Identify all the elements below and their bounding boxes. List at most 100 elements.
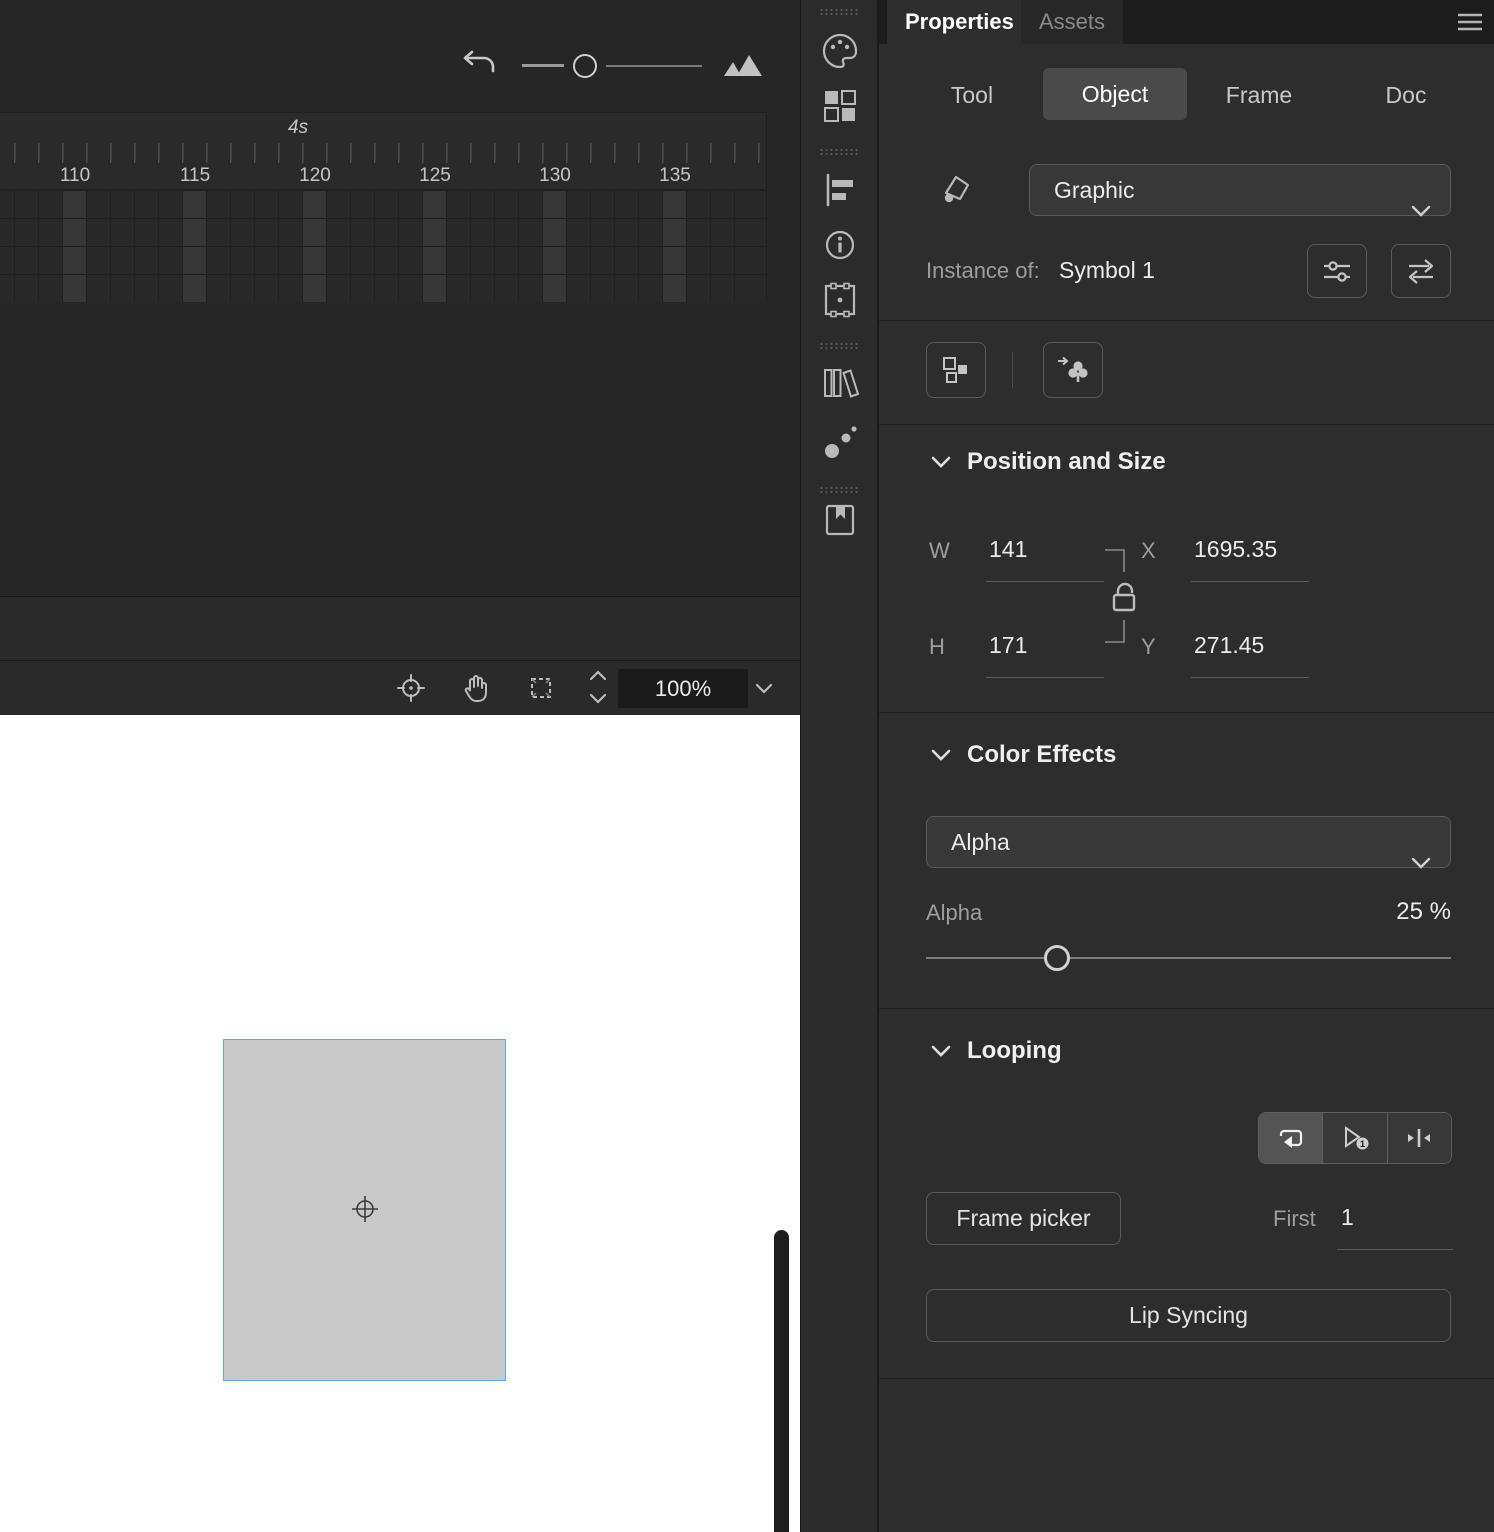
timeline-ruler[interactable]: 4s 110 115 120 125 130 135: [0, 112, 766, 190]
zoom-stepper-up[interactable]: [588, 669, 608, 683]
tab-properties[interactable]: Properties: [887, 0, 1032, 44]
looping-collapse-chevron[interactable]: [929, 1043, 953, 1059]
alpha-value[interactable]: 25 %: [1319, 898, 1451, 926]
frame-number: 115: [171, 165, 219, 187]
chevron-down-icon: [1410, 185, 1432, 199]
color-style-dropdown[interactable]: Alpha: [926, 816, 1451, 868]
color-style-value: Alpha: [951, 829, 1010, 855]
timeline-zoom-out-line: [522, 64, 564, 67]
dock-grip[interactable]: [819, 342, 859, 350]
alpha-label: Alpha: [926, 900, 982, 926]
y-underline: [1191, 677, 1309, 678]
subtab-tool[interactable]: Tool: [927, 72, 1017, 118]
divider: [879, 424, 1494, 425]
stage-canvas[interactable]: [0, 715, 800, 1532]
timeline-status-bar: [0, 597, 800, 660]
filter-settings-button[interactable]: [1307, 244, 1367, 298]
timeline-frame-grid[interactable]: [0, 190, 766, 302]
convert-symbol-button[interactable]: [1043, 342, 1103, 398]
center-frame-icon[interactable]: [396, 673, 426, 703]
graphic-symbol-icon: [939, 172, 973, 206]
chevron-down-icon: [1410, 837, 1432, 851]
width-value[interactable]: 141: [989, 536, 1027, 563]
color-palette-icon[interactable]: [821, 32, 859, 70]
instance-behavior-button[interactable]: [926, 342, 986, 398]
frame-number: 135: [651, 165, 699, 187]
lip-syncing-button[interactable]: Lip Syncing: [926, 1289, 1451, 1342]
info-icon[interactable]: [823, 228, 857, 262]
zoom-level-input[interactable]: 100%: [618, 669, 748, 708]
alpha-slider[interactable]: [926, 944, 1451, 972]
tab-assets[interactable]: Assets: [1021, 0, 1123, 44]
timeline-zoom-track[interactable]: [606, 65, 702, 67]
ruler-ticks: [0, 143, 766, 163]
x-underline: [1191, 581, 1309, 582]
instance-behavior-icon: [940, 354, 972, 386]
align-icon[interactable]: [822, 172, 858, 208]
subtab-doc[interactable]: Doc: [1361, 72, 1451, 118]
filter-settings-icon: [1321, 256, 1353, 286]
frame-picker-button[interactable]: Frame picker: [926, 1192, 1121, 1245]
width-underline: [986, 581, 1104, 582]
subtab-frame[interactable]: Frame: [1209, 72, 1309, 118]
scene-panel-icon[interactable]: [822, 502, 858, 538]
position-size-collapse-chevron[interactable]: [929, 454, 953, 470]
dock-grip[interactable]: [819, 8, 859, 16]
first-frame-label: First: [1273, 1206, 1316, 1232]
timeline-undo-icon[interactable]: [460, 46, 498, 82]
first-frame-underline: [1337, 1249, 1453, 1250]
instance-name: Symbol 1: [1059, 257, 1155, 284]
animate-app-window: 4s 110 115 120 125 130 135: [0, 0, 1494, 1532]
frame-number: 120: [291, 165, 339, 187]
convert-symbol-icon: [1056, 354, 1090, 386]
frame-panel-icon[interactable]: [822, 282, 858, 318]
frame-grid-lines: [0, 190, 766, 302]
zoom-stepper-down[interactable]: [588, 691, 608, 705]
panel-menu-icon[interactable]: [1457, 13, 1483, 31]
looping-title: Looping: [967, 1037, 1062, 1065]
clip-content-icon[interactable]: [527, 674, 555, 702]
dock-grip[interactable]: [819, 148, 859, 156]
x-value[interactable]: 1695.35: [1194, 536, 1277, 563]
y-value[interactable]: 271.45: [1194, 632, 1264, 659]
frame-size-icon[interactable]: [722, 50, 764, 78]
stage-toolbar: 100%: [0, 660, 800, 715]
swatches-icon[interactable]: [822, 88, 858, 124]
zoom-dropdown-chevron[interactable]: [754, 681, 774, 695]
loop-mode-segmented-control: 1: [1258, 1112, 1452, 1164]
frame-number: 130: [531, 165, 579, 187]
particles-icon[interactable]: [821, 424, 859, 462]
link-unlocked-icon[interactable]: [1101, 543, 1149, 649]
height-value[interactable]: 171: [989, 632, 1027, 659]
symbol-type-value: Graphic: [1054, 177, 1135, 203]
button-separator: [1012, 352, 1013, 388]
color-effects-collapse-chevron[interactable]: [929, 747, 953, 763]
single-frame-icon: [1404, 1126, 1434, 1150]
dock-grip[interactable]: [819, 486, 859, 494]
height-label: H: [929, 634, 945, 660]
height-underline: [986, 677, 1104, 678]
divider: [879, 1008, 1494, 1009]
symbol-type-dropdown[interactable]: Graphic: [1029, 164, 1451, 216]
alpha-slider-knob[interactable]: [1044, 945, 1070, 971]
timeline-zoom-slider[interactable]: [573, 54, 597, 78]
swap-symbol-button[interactable]: [1391, 244, 1451, 298]
subtab-object[interactable]: Object: [1043, 68, 1187, 120]
time-marker: 4s: [288, 117, 308, 139]
position-size-title: Position and Size: [967, 448, 1166, 476]
loop-icon: [1276, 1125, 1306, 1151]
divider: [879, 320, 1494, 321]
hand-tool-icon[interactable]: [461, 672, 493, 704]
divider: [879, 1378, 1494, 1379]
properties-panel: Properties Assets Tool Object Frame Doc …: [878, 0, 1494, 1532]
first-frame-value[interactable]: 1: [1341, 1204, 1354, 1231]
loop-mode-play-once-button[interactable]: 1: [1322, 1113, 1386, 1163]
panel-header: Properties Assets: [879, 0, 1494, 44]
stage-vertical-scrollbar[interactable]: [774, 1230, 789, 1532]
loop-mode-loop-button[interactable]: [1259, 1113, 1322, 1163]
timeline-grid-right-edge: [766, 112, 767, 302]
library-icon[interactable]: [821, 364, 859, 402]
loop-mode-single-frame-button[interactable]: [1387, 1113, 1451, 1163]
width-label: W: [929, 538, 950, 564]
alpha-slider-track: [926, 957, 1451, 959]
